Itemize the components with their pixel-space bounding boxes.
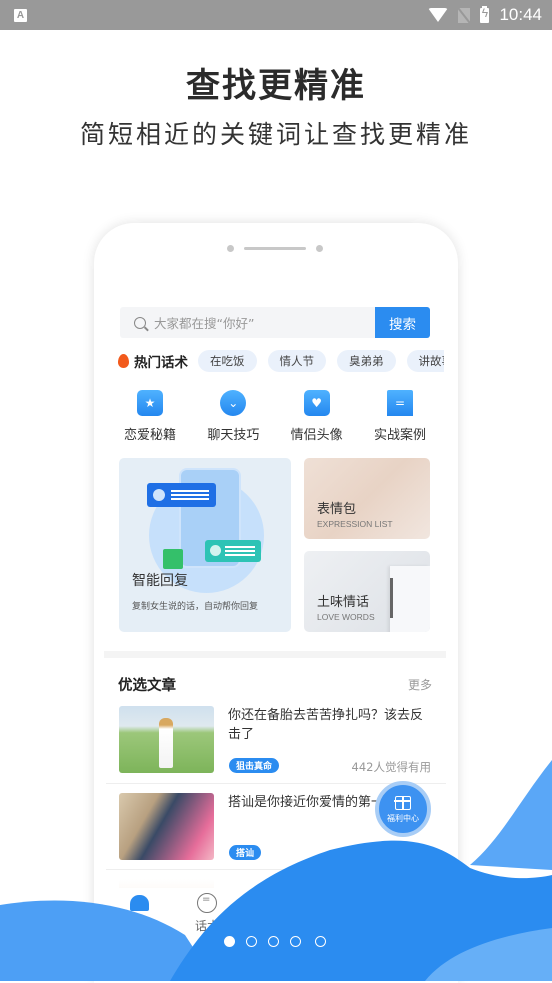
card-subtitle: 复制女生说的话，自动帮你回复 bbox=[132, 602, 259, 612]
tab-label: 首页 bbox=[126, 917, 151, 931]
promo-headline: 查找更精准 bbox=[186, 66, 366, 106]
chat-bubble-illustration bbox=[147, 483, 216, 507]
hot-tag[interactable]: 情人节 bbox=[267, 350, 326, 372]
page-dot[interactable] bbox=[268, 936, 279, 947]
card-subtitle: LOVE WORDS bbox=[317, 612, 375, 622]
search-input[interactable]: 大家都在搜“你好” bbox=[154, 313, 254, 332]
tab-phrases[interactable]: 话术 bbox=[177, 893, 237, 934]
article-title: 你还在备胎去苦苦挣扎吗？该去反击了 bbox=[228, 708, 424, 742]
battery-charging-icon bbox=[480, 5, 490, 23]
page-dot-active[interactable] bbox=[224, 936, 235, 947]
wave-right-top bbox=[470, 760, 552, 870]
love-words-card[interactable]: 土味情话 LOVE WORDS bbox=[304, 551, 430, 632]
category-couple-avatars[interactable]: ♥ 情侣头像 bbox=[277, 390, 357, 443]
category-label: 实战案例 bbox=[373, 428, 426, 443]
sensor-dot bbox=[316, 245, 323, 252]
category-label: 情侣头像 bbox=[290, 428, 343, 443]
star-book-icon: ★ bbox=[137, 390, 163, 416]
articles-section-title: 优选文章 bbox=[118, 678, 176, 694]
heart-icon: ♥ bbox=[303, 390, 330, 416]
card-title: 智能回复 bbox=[132, 573, 188, 589]
page-dot[interactable] bbox=[246, 936, 257, 947]
phone-speaker bbox=[244, 247, 306, 250]
category-label: 聊天技巧 bbox=[207, 428, 260, 443]
camera-dot bbox=[227, 245, 234, 252]
search-button[interactable]: 搜索 bbox=[375, 307, 430, 338]
page-dot[interactable] bbox=[290, 936, 301, 947]
door-illustration bbox=[390, 566, 430, 632]
category-grid: ★ 恋爱秘籍 ⌄ 聊天技巧 ♥ 情侣头像 = 实战案例 bbox=[110, 390, 440, 443]
page-dot[interactable] bbox=[315, 936, 326, 947]
status-bar: A 10:44 bbox=[0, 0, 552, 30]
hot-phrases: 热门话术 在吃饭 情人节 臭弟弟 讲故事 bbox=[118, 350, 444, 372]
article-item[interactable]: 你还在备胎去苦苦挣扎吗？该去反击了 狙击真命 442人觉得有用 bbox=[119, 706, 431, 776]
clock: 10:44 bbox=[499, 5, 542, 24]
home-icon bbox=[129, 895, 149, 911]
card-subtitle: EXPRESSION LIST bbox=[317, 519, 393, 529]
image-icon bbox=[163, 549, 183, 569]
page-indicator bbox=[224, 936, 326, 947]
smart-reply-card[interactable]: 智能回复 复制女生说的话，自动帮你回复 bbox=[119, 458, 291, 632]
bookmark-icon: = bbox=[386, 390, 413, 416]
lightbulb-icon: ⌄ bbox=[220, 390, 247, 416]
welfare-center-label: 福利中心 bbox=[387, 814, 419, 823]
article-tag[interactable]: 狙击真命 bbox=[229, 758, 280, 773]
promo-subline: 简短相近的关键词让查找更精准 bbox=[79, 120, 472, 149]
phone-mockup: 大家都在搜“你好” 搜索 热门话术 在吃饭 情人节 臭弟弟 讲故事 ★ 恋爱秘籍… bbox=[94, 223, 458, 983]
hot-tag[interactable]: 臭弟弟 bbox=[337, 350, 396, 372]
hot-tag[interactable]: 在吃饭 bbox=[198, 350, 257, 372]
search-bar[interactable]: 大家都在搜“你好” 搜索 bbox=[120, 307, 430, 338]
tab-home[interactable]: 首页 bbox=[109, 893, 169, 932]
hot-tag[interactable]: 讲故事 bbox=[406, 350, 444, 372]
stickers-card[interactable]: 表情包 EXPRESSION LIST bbox=[304, 458, 430, 539]
article-thumbnail bbox=[119, 706, 214, 773]
list-divider bbox=[106, 869, 446, 870]
search-icon bbox=[134, 316, 146, 329]
wifi-icon bbox=[428, 8, 449, 22]
gift-icon bbox=[394, 796, 411, 810]
flame-icon bbox=[118, 354, 129, 368]
tab-label: 话术 bbox=[194, 919, 219, 933]
app-notification-icon: A bbox=[14, 8, 27, 22]
article-thumbnail bbox=[119, 793, 214, 860]
welfare-center-button[interactable]: 福利中心 bbox=[375, 781, 431, 837]
more-link[interactable]: 更多 bbox=[408, 676, 432, 693]
article-tag[interactable]: 搭讪 bbox=[229, 845, 262, 860]
section-divider bbox=[104, 651, 446, 658]
category-label: 恋爱秘籍 bbox=[123, 428, 176, 443]
article-useful-count: 觉得有用 bbox=[385, 847, 431, 861]
article-useful-count: 442人觉得有用 bbox=[351, 760, 431, 774]
chat-bubble-illustration bbox=[205, 540, 261, 562]
card-title: 土味情话 bbox=[317, 595, 370, 610]
category-cases[interactable]: = 实战案例 bbox=[360, 390, 440, 443]
card-title: 表情包 bbox=[317, 502, 357, 517]
hot-phrases-title: 热门话术 bbox=[134, 355, 188, 371]
category-love-tips[interactable]: ★ 恋爱秘籍 bbox=[110, 390, 190, 443]
no-sim-icon bbox=[458, 7, 471, 23]
category-chat-skills[interactable]: ⌄ 聊天技巧 bbox=[193, 390, 273, 443]
chat-bubble-icon bbox=[197, 893, 217, 913]
